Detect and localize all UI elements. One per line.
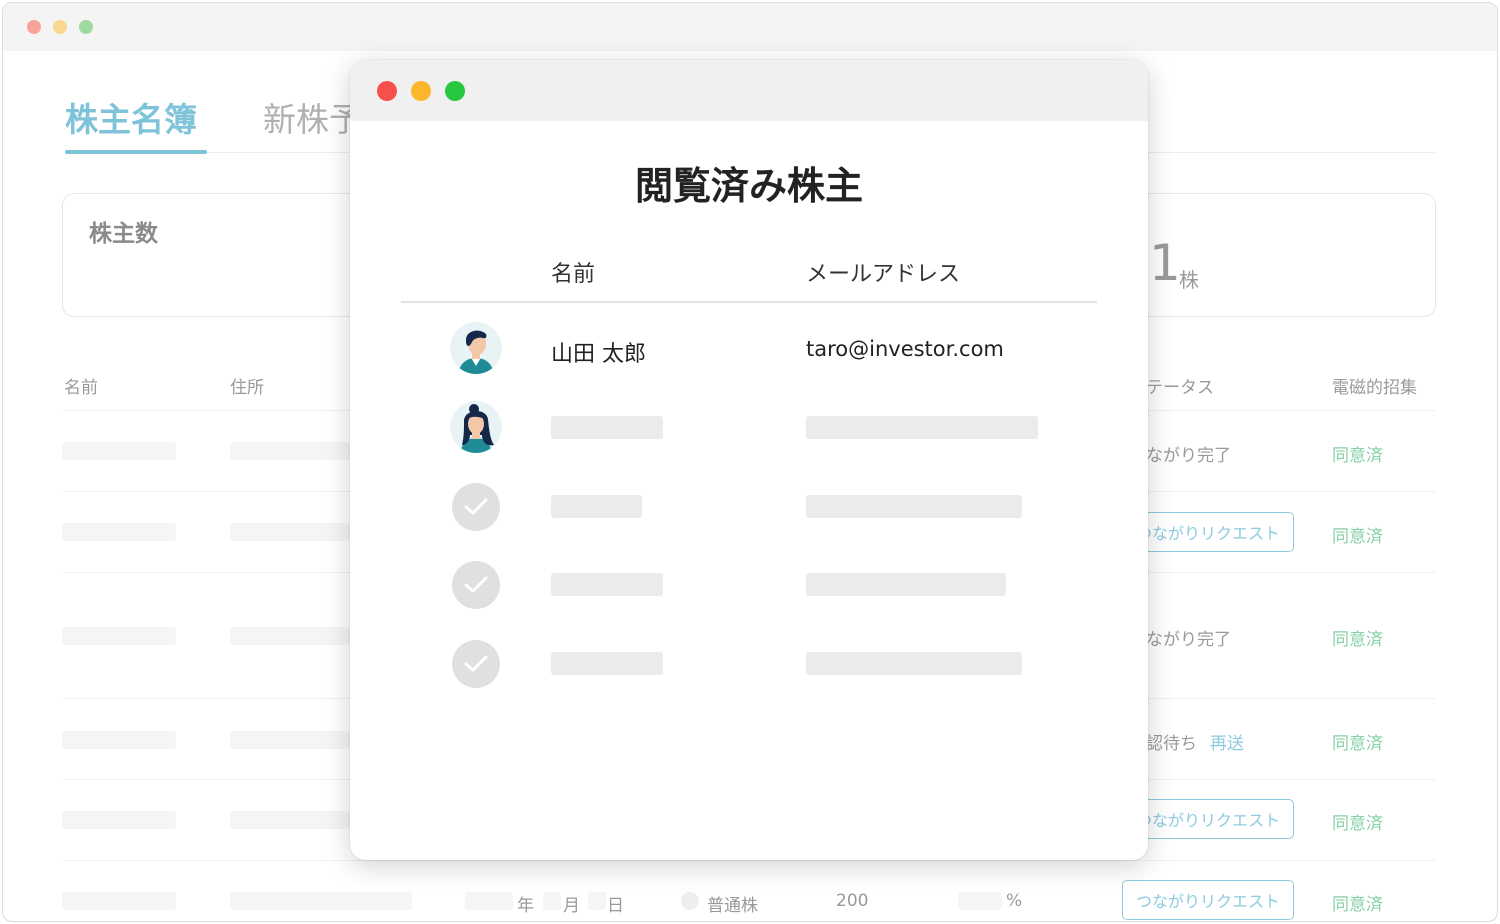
consent-status: 同意済 [1332, 895, 1383, 915]
percent-placeholder [958, 892, 1002, 910]
month-placeholder [543, 892, 561, 910]
name-placeholder [551, 416, 663, 439]
address-placeholder [230, 811, 350, 829]
share-type-dot-icon [681, 892, 699, 910]
day-placeholder [588, 892, 606, 910]
male-avatar-icon [450, 322, 502, 374]
shares-unit: 株 [1179, 268, 1199, 292]
email-placeholder [806, 573, 1006, 596]
modal-title: 閲覧済み株主 [634, 164, 863, 208]
column-header-name: 名前 [64, 378, 98, 398]
modal-maximize-button[interactable] [445, 81, 465, 101]
column-header-consent: 電磁的招集 [1332, 378, 1417, 398]
address-placeholder [230, 731, 350, 749]
address-placeholder [230, 523, 350, 541]
year-label: 年 [517, 896, 534, 916]
day-label: 日 [607, 896, 624, 916]
modal-column-email: メールアドレス [806, 262, 961, 287]
female-avatar-icon [450, 401, 502, 453]
tab-shareholder-registry[interactable]: 株主名簿 [65, 93, 197, 141]
name-placeholder [551, 495, 642, 518]
resend-link[interactable]: 再送 [1210, 729, 1244, 754]
month-label: 月 [563, 896, 580, 916]
status-pending: 認待ち [1146, 734, 1197, 754]
email-placeholder [806, 495, 1022, 518]
address-placeholder [230, 442, 350, 460]
check-icon [452, 483, 500, 531]
share-count: 200 [836, 891, 869, 911]
modal-titlebar [350, 60, 1148, 121]
email-placeholder [806, 652, 1022, 675]
viewed-shareholders-modal: 閲覧済み株主 名前 メールアドレス 山田 太郎 taro@investor.co… [350, 60, 1148, 860]
modal-header-divider [401, 301, 1097, 303]
connection-request-button[interactable]: つながりリクエスト [1122, 880, 1294, 920]
status-connected: ながり完了 [1146, 446, 1231, 466]
connection-request-label: つながりリクエスト [1135, 892, 1280, 911]
name-placeholder [62, 442, 176, 460]
tab-stock-options[interactable]: 新株予 [263, 93, 362, 141]
consent-status: 同意済 [1332, 814, 1383, 834]
email-placeholder [806, 416, 1038, 439]
name-placeholder [62, 523, 176, 541]
name-placeholder [62, 811, 176, 829]
share-type: 普通株 [707, 896, 758, 916]
address-placeholder [230, 627, 350, 645]
shares-value: 1 [1149, 234, 1181, 292]
shareholder-count-label: 株主数 [89, 221, 158, 247]
bg-close-button[interactable] [27, 20, 41, 34]
column-header-status: テータス [1146, 378, 1214, 398]
consent-status: 同意済 [1332, 446, 1383, 466]
name-placeholder [62, 627, 176, 645]
name-placeholder [62, 731, 176, 749]
row-divider [62, 860, 1436, 861]
percent-sign: % [1006, 891, 1023, 911]
status-connected: ながり完了 [1146, 630, 1231, 650]
bg-minimize-button[interactable] [53, 20, 67, 34]
address-placeholder [230, 892, 412, 910]
shareholder-email: taro@investor.com [806, 337, 1004, 361]
active-tab-indicator [65, 150, 207, 154]
name-placeholder [551, 573, 663, 596]
name-placeholder [551, 652, 663, 675]
check-icon [452, 640, 500, 688]
bg-maximize-button[interactable] [79, 20, 93, 34]
year-placeholder [465, 892, 513, 910]
modal-minimize-button[interactable] [411, 81, 431, 101]
connection-request-label: つながりリクエスト [1135, 811, 1280, 830]
connection-request-label: つながりリクエスト [1135, 524, 1280, 543]
consent-status: 同意済 [1332, 527, 1383, 547]
modal-column-name: 名前 [551, 262, 596, 287]
consent-status: 同意済 [1332, 630, 1383, 650]
consent-status: 同意済 [1332, 734, 1383, 754]
name-placeholder [62, 892, 176, 910]
shareholder-name: 山田 太郎 [551, 342, 646, 367]
column-header-address: 住所 [230, 378, 264, 398]
check-icon [452, 561, 500, 609]
modal-close-button[interactable] [377, 81, 397, 101]
background-titlebar [3, 3, 1497, 51]
